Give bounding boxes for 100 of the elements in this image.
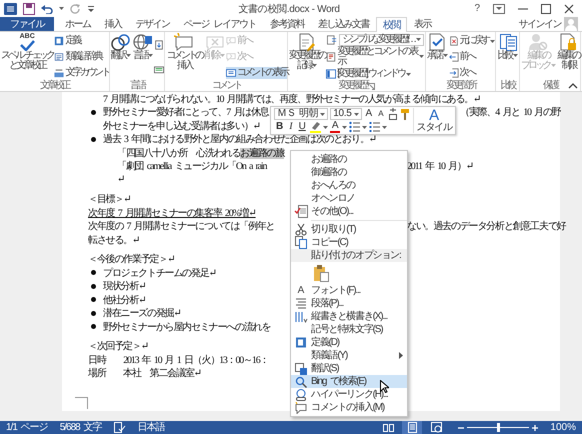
styles-button[interactable]: A スタイル: [412, 108, 452, 133]
ribbon-button[interactable]: コメントの表示: [226, 67, 288, 79]
shrink-font-button[interactable]: A: [376, 108, 386, 120]
format-painter-icon[interactable]: [400, 108, 410, 120]
italic-button[interactable]: I: [287, 121, 295, 133]
menu-item[interactable]: 段落(P)...: [291, 297, 407, 310]
ribbon-button[interactable]: 前へ: [448, 51, 496, 63]
zoom-in-icon[interactable]: [532, 424, 538, 430]
slider-thumb[interactable]: [496, 423, 500, 432]
ribbon-button[interactable]: 元に戻す: [448, 35, 496, 47]
document-text: 外セミナーを申し込む受講者は多い）↵: [103, 120, 260, 133]
ribbon-button[interactable]: 承諾: [427, 33, 448, 81]
ribbon-tab[interactable]: 参考資料: [262, 17, 311, 31]
ribbon-button[interactable]: 変更履歴の 記録: [289, 33, 326, 81]
group-label: コメント: [212, 81, 241, 91]
menu-item[interactable]: 縦書きと横書き(X)...: [291, 310, 407, 323]
bullet-list-icon[interactable]: [349, 121, 360, 133]
spelling-icon: [294, 205, 308, 218]
bullet-icon: [91, 297, 96, 302]
suggestion-item[interactable]: 御遍路の: [291, 166, 407, 179]
ribbon-button[interactable]: 類義語辞典: [54, 51, 109, 63]
collapse-ribbon-icon[interactable]: [568, 82, 578, 89]
previous-change-icon: [448, 52, 459, 62]
menu-item[interactable]: Bing で検索(E): [291, 375, 407, 388]
page-count[interactable]: 1/1 ページ: [6, 421, 48, 434]
comment-list-icon: [226, 68, 236, 78]
ribbon-tab[interactable]: 表示: [406, 17, 438, 31]
ribbon-button[interactable]: 編集の 制限: [558, 33, 580, 81]
ribbon-button[interactable]: コメントの 挿入: [166, 33, 202, 81]
undo-icon[interactable]: [41, 4, 53, 14]
language-label[interactable]: 日本語: [138, 421, 164, 434]
document-text: 野外セミナー愛好者にとって、7 月は休息: [103, 106, 269, 120]
document-text: 「劇団 camellia ミュージカル「On a rain: [117, 160, 266, 174]
document-text: 現状分析↵: [103, 280, 146, 294]
ribbon-tab[interactable]: 差し込み文書: [310, 17, 376, 31]
menu-item[interactable]: その他(O)...: [291, 205, 407, 218]
grow-font-button[interactable]: A: [364, 108, 374, 120]
dictionary-icon: [54, 52, 64, 62]
font-field[interactable]: ＭＳ 明朝: [274, 108, 328, 120]
ribbon-tab[interactable]: 挿入: [98, 17, 128, 31]
caret-icon: [320, 112, 326, 116]
ribbon-tab[interactable]: 校閲: [376, 17, 407, 32]
caret-icon[interactable]: [342, 126, 348, 128]
help-button[interactable]: ?: [474, 3, 480, 14]
zoom-out-icon[interactable]: [458, 424, 464, 430]
close-icon[interactable]: [564, 4, 574, 14]
group-label: 変更履歴: [338, 81, 368, 91]
ribbon-button[interactable]: 翻訳: [110, 33, 131, 81]
print-layout-button[interactable]: [402, 421, 422, 434]
maximize-icon[interactable]: [541, 4, 551, 14]
ribbon-button[interactable]: [変更履歴] ウィンドウ: [326, 68, 426, 80]
ribbon-button[interactable]: 変更履歴とコメントの表示: [326, 46, 426, 67]
window-title: 文書の校閲.docx - Word: [237, 2, 341, 16]
menu-item[interactable]: コメントの挿入(M): [291, 401, 407, 414]
menu-item[interactable]: A フォント(F)...: [291, 284, 407, 297]
bold-button[interactable]: B: [274, 121, 286, 133]
document-text: ＜次回予定＞↵: [88, 340, 148, 354]
check-icon: [17, 40, 38, 51]
ribbon-tab[interactable]: デザイン: [128, 17, 176, 31]
word-count[interactable]: 5/688 文字: [60, 421, 102, 434]
group-label: 言語: [130, 81, 144, 91]
paste-option-icon[interactable]: [313, 264, 329, 282]
customize-icon[interactable]: [87, 4, 95, 12]
ribbon-tab[interactable]: ページ レイアウト: [176, 17, 263, 31]
caret-icon[interactable]: [322, 126, 328, 128]
minimize-icon[interactable]: [518, 8, 528, 10]
menu-item[interactable]: 類義語(Y): [291, 349, 407, 362]
book-icon: [295, 337, 307, 348]
menu-item[interactable]: 翻訳(S): [291, 362, 407, 375]
ribbon-button[interactable]: 比較: [497, 33, 518, 81]
suggestion-item[interactable]: オヘンロノ: [291, 192, 407, 205]
word-icon[interactable]: [4, 2, 17, 14]
ribbon-tab[interactable]: ホーム: [58, 17, 98, 31]
caret-icon[interactable]: [382, 126, 388, 128]
file-tab[interactable]: ファイル: [0, 17, 54, 31]
launcher-icon[interactable]: [368, 82, 376, 90]
save-icon[interactable]: [23, 2, 35, 14]
menu-item[interactable]: 記号と特殊文字(S): [291, 323, 407, 336]
highlighter-icon[interactable]: [310, 121, 321, 133]
underline-button[interactable]: U: [296, 121, 308, 133]
markup-dropdown[interactable]: シンプルな変更履歴/…: [339, 34, 424, 46]
zoom-level[interactable]: 100%: [550, 421, 576, 434]
font-color-button[interactable]: A: [330, 121, 340, 133]
next-change-icon: [448, 68, 459, 78]
numbered-list-icon[interactable]: [369, 121, 380, 133]
ribbon-button[interactable]: 言語: [133, 33, 154, 81]
caret-icon[interactable]: [59, 7, 64, 10]
suggestion-item[interactable]: お遍路の: [291, 153, 407, 166]
ribbon-options-icon[interactable]: [493, 4, 505, 14]
ribbon-button[interactable]: 次へ: [448, 67, 496, 79]
ribbon-button[interactable]: 定義: [54, 35, 109, 47]
menu-item[interactable]: 定義(D): [291, 336, 407, 349]
menu-item[interactable]: 切り取り(T): [291, 223, 407, 236]
ribbon-button[interactable]: 文字カウント: [54, 67, 109, 79]
caret-icon[interactable]: [362, 126, 368, 128]
suggestion-item[interactable]: おへんろの: [291, 179, 407, 192]
font-size-field[interactable]: 10.5: [330, 108, 362, 120]
sign-in-link[interactable]: サインイン: [518, 17, 561, 31]
proofing-icon[interactable]: [114, 422, 126, 433]
document-arrow-icon[interactable]: [154, 40, 164, 50]
